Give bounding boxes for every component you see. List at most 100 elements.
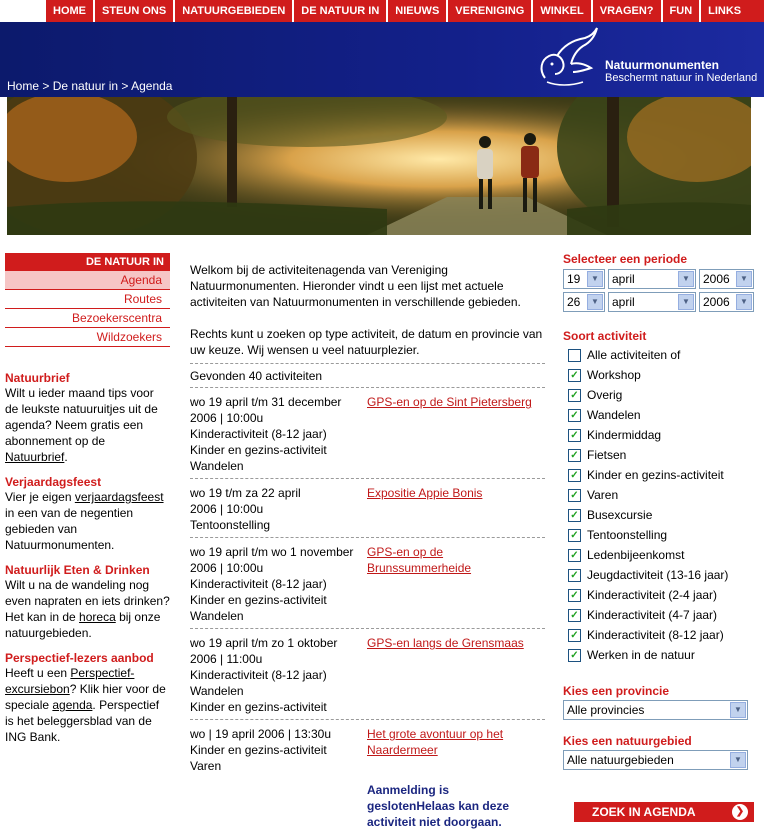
sidebar-item-bezoekerscentra[interactable]: Bezoekerscentra [5,309,170,328]
activity-type-label: Fietsen [587,448,627,462]
breadcrumb-separator: > [39,79,53,93]
nav-item-home[interactable]: HOME [46,0,95,22]
sidebar-heading: DE NATUUR IN [5,253,170,271]
to-day-value: 26 [567,295,581,309]
activity-title-link[interactable]: GPS-en op de Brunssummerheide [367,544,545,624]
checkbox-checked-icon[interactable]: ✓ [568,628,581,642]
activity-type-option[interactable]: ✓ Jeugdactiviteit (13-16 jaar) [563,565,755,585]
checkbox-checked-icon[interactable]: ✓ [568,548,581,562]
activity-info-line: Wandelen [190,684,244,698]
to-month-select[interactable]: april ▼ [608,292,696,312]
checkbox-checked-icon[interactable]: ✓ [568,488,581,502]
activity-type-label: Kinderactiviteit (8-12 jaar) [587,628,724,642]
activity-item: wo 19 april t/m wo 1 november 2006 | 10:0… [190,538,545,628]
province-value: Alle provincies [567,703,645,717]
checkbox-checked-icon[interactable]: ✓ [568,508,581,522]
activity-type-label: Kinderactiviteit (2-4 jaar) [587,588,718,602]
checkbox-checked-icon[interactable]: ✓ [568,388,581,402]
activity-info-line: 2006 | 10:00u [190,561,264,575]
activity-type-option[interactable]: ✓ Wandelen [563,405,755,425]
activity-title-link[interactable]: Het grote avontuur op het Naardermeer [367,726,545,774]
checkbox-checked-icon[interactable]: ✓ [568,448,581,462]
activity-type-option[interactable]: ✓ Overig [563,385,755,405]
from-day-select[interactable]: 19 ▼ [563,269,605,289]
nav-item-steun-ons[interactable]: STEUN ONS [95,0,176,22]
activity-info-line: 2006 | 10:00u [190,502,264,516]
checkbox-checked-icon[interactable]: ✓ [568,608,581,622]
checkbox-checked-icon[interactable]: ✓ [568,648,581,662]
nav-item-vragen[interactable]: VRAGEN? [592,0,663,22]
sidebar-item-wildzoekers[interactable]: Wildzoekers [5,328,170,347]
activity-type-option[interactable]: Alle activiteiten of [563,345,755,365]
to-day-select[interactable]: 26 ▼ [563,292,605,312]
to-year-select[interactable]: 2006 ▼ [699,292,754,312]
verjaardag-link[interactable]: verjaardagsfeest [75,490,164,504]
activity-title-link[interactable]: GPS-en langs de Grensmaas [367,635,545,715]
activity-info-line: 2006 | 10:00u [190,411,264,425]
to-month-value: april [612,295,635,309]
activity-title-link[interactable]: GPS-en op de Sint Pietersberg [367,394,545,474]
activity-info: wo | 19 april 2006 | 13:30u Kinder en gez… [190,726,367,774]
nav-item-de-natuur-in[interactable]: DE NATUUR IN [294,0,389,22]
checkbox-checked-icon[interactable]: ✓ [568,368,581,382]
nav-item-links[interactable]: LINKS [701,0,764,22]
perspectief-body-1: Heeft u een [5,666,71,680]
activity-info-line: Kinder en gezins-activiteit [190,593,327,607]
search-agenda-button[interactable]: ZOEK IN AGENDA ❯ [574,802,754,822]
activity-info-line: wo 19 april t/m zo 1 oktober [190,636,338,650]
nav-item-winkel[interactable]: WINKEL [533,0,593,22]
activity-type-option[interactable]: ✓ Ledenbijeenkomst [563,545,755,565]
perspectief-agenda-link[interactable]: agenda [52,698,92,712]
intro-paragraph-2: Rechts kunt u zoeken op type activiteit,… [190,327,543,357]
natuurbrief-body: Wilt u ieder maand tips voor de leukste … [5,386,158,448]
from-year-select[interactable]: 2006 ▼ [699,269,754,289]
search-agenda-label: ZOEK IN AGENDA [592,805,696,819]
natuurbrief-text: Wilt u ieder maand tips voor de leukste … [5,385,170,465]
activity-list: wo 19 april t/m 31 december 2006 | 10:00u… [190,387,545,778]
area-select[interactable]: Alle natuurgebieden ▼ [563,750,748,770]
natuurmonumenten-logo[interactable]: Natuurmonumenten Beschermt natuur in Ned… [537,26,757,86]
horeca-link[interactable]: horeca [79,610,116,624]
nav-item-fun[interactable]: FUN [662,0,702,22]
from-month-select[interactable]: april ▼ [608,269,696,289]
checkbox-empty-icon[interactable] [568,348,581,362]
activity-type-option[interactable]: ✓ Fietsen [563,445,755,465]
activity-type-option[interactable]: ✓ Kinder en gezins-activiteit [563,465,755,485]
province-select[interactable]: Alle provincies ▼ [563,700,748,720]
activity-info-line: Tentoonstelling [190,518,271,532]
nav-item-nieuws[interactable]: NIEUWS [388,0,449,22]
sidebar-item-routes[interactable]: Routes [5,290,170,309]
checkbox-checked-icon[interactable]: ✓ [568,588,581,602]
checkbox-checked-icon[interactable]: ✓ [568,568,581,582]
chevron-down-icon: ▼ [678,294,694,310]
activity-type-label: Busexcursie [587,508,653,522]
checkbox-checked-icon[interactable]: ✓ [568,408,581,422]
nav-item-natuurgebieden[interactable]: NATUURGEBIEDEN [175,0,295,22]
activity-type-option[interactable]: ✓ Kinderactiviteit (8-12 jaar) [563,625,755,645]
checkbox-checked-icon[interactable]: ✓ [568,528,581,542]
activity-type-option[interactable]: ✓ Kinderactiviteit (2-4 jaar) [563,585,755,605]
date-to-row: 26 ▼ april ▼ 2006 ▼ [563,292,755,312]
breadcrumb-agenda: Agenda [131,79,173,93]
activity-title-link[interactable]: Expositie Appie Bonis [367,485,545,533]
activity-info: wo 19 april t/m zo 1 oktober 2006 | 11:00… [190,635,367,715]
closed-notice: Aanmelding is geslotenHelaas kan deze ac… [367,783,510,829]
breadcrumb-home[interactable]: Home [7,79,39,93]
eten-title: Natuurlijk Eten & Drinken [5,563,150,577]
sidebar-item-agenda[interactable]: Agenda [5,271,170,290]
activity-type-option[interactable]: ✓ Tentoonstelling [563,525,755,545]
checkbox-checked-icon[interactable]: ✓ [568,468,581,482]
activity-type-option[interactable]: ✓ Busexcursie [563,505,755,525]
activity-type-option[interactable]: ✓ Varen [563,485,755,505]
activity-type-option[interactable]: ✓ Kindermiddag [563,425,755,445]
activity-type-option[interactable]: ✓ Kinderactiviteit (4-7 jaar) [563,605,755,625]
checkbox-checked-icon[interactable]: ✓ [568,428,581,442]
activity-type-option[interactable]: ✓ Workshop [563,365,755,385]
activity-info-line: wo 19 t/m za 22 april [190,486,301,500]
activity-info: wo 19 april t/m wo 1 november 2006 | 10:0… [190,544,367,624]
breadcrumb-de-natuur-in[interactable]: De natuur in [53,79,118,93]
natuurbrief-link[interactable]: Natuurbrief [5,450,64,464]
breadcrumb-separator: > [118,79,132,93]
nav-item-vereniging[interactable]: VERENIGING [448,0,534,22]
activity-type-option[interactable]: ✓ Werken in de natuur [563,645,755,665]
